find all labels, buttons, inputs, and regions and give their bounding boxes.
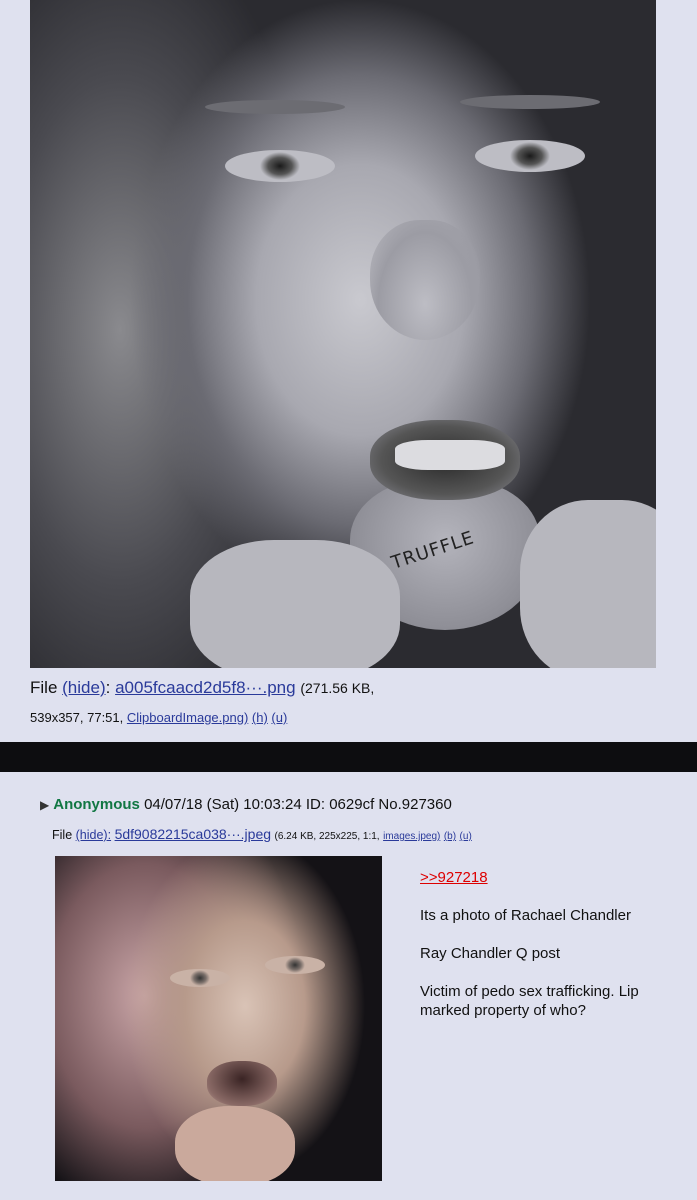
eyebrow-right — [460, 95, 600, 109]
hide-link[interactable]: (hide) — [62, 678, 105, 697]
eye-left — [170, 969, 230, 987]
hide-link[interactable]: (hide): — [76, 828, 111, 842]
u-link[interactable]: (u) — [460, 831, 472, 842]
file-name-link[interactable]: 5df9082215ca038···.jpeg — [115, 826, 271, 842]
file-size: (6.24 KB, 225x225, 1:1, — [274, 831, 380, 842]
eyebrow-left — [205, 100, 345, 114]
file-name-link[interactable]: a005fcaacd2d5f8···.png — [115, 678, 296, 697]
mouth — [207, 1061, 277, 1106]
eye-left — [225, 150, 335, 182]
teeth — [395, 440, 505, 470]
original-filename-link[interactable]: images.jpeg) — [383, 831, 440, 842]
file-info-line-1: File (hide): a005fcaacd2d5f8···.png (271… — [30, 678, 374, 698]
nose — [370, 220, 480, 340]
file-label: File — [30, 678, 58, 697]
top-post-panel: TRUFFLE File (hide): a005fcaacd2d5f8···.… — [0, 0, 697, 742]
post-image-bottom[interactable] — [55, 856, 382, 1181]
eye-right — [265, 956, 325, 974]
post-menu-arrow-icon[interactable]: ▶ — [40, 798, 49, 812]
file-info-line-2: 539x357, 77:51, ClipboardImage.png) (h) … — [30, 710, 287, 725]
post-number[interactable]: No.927360 — [378, 796, 451, 813]
fingers — [175, 1106, 295, 1181]
hand-right — [520, 500, 656, 668]
post-image-top[interactable]: TRUFFLE — [30, 0, 656, 668]
quote-link[interactable]: >>927218 — [420, 869, 488, 886]
post-line-3: Victim of pedo sex trafficking. Lip mark… — [420, 983, 639, 1019]
poster-id[interactable]: ID: 0629cf — [306, 796, 374, 813]
b-link[interactable]: (b) — [444, 831, 456, 842]
file-info-bottom: File (hide): 5df9082215ca038···.jpeg (6.… — [52, 826, 472, 842]
colon: : — [105, 678, 111, 697]
u-link[interactable]: (u) — [271, 710, 287, 725]
post-line-1: Its a photo of Rachael Chandler — [420, 907, 631, 924]
file-label: File — [52, 828, 73, 842]
file-dimensions: 539x357, 77:51, — [30, 710, 124, 725]
poster-name: Anonymous — [53, 796, 140, 813]
file-size: (271.56 KB, — [300, 680, 375, 696]
post-date: 04/07/18 (Sat) 10:03:24 — [144, 796, 302, 813]
post-header: ▶ Anonymous 04/07/18 (Sat) 10:03:24 ID: 0… — [40, 796, 452, 813]
eye-right — [475, 140, 585, 172]
hand-left — [190, 540, 400, 668]
h-link[interactable]: (h) — [252, 710, 268, 725]
post-body: >>927218 Its a photo of Rachael Chandler… — [420, 868, 650, 1039]
post-line-2: Ray Chandler Q post — [420, 945, 561, 962]
original-filename-link[interactable]: ClipboardImage.png) — [127, 710, 248, 725]
